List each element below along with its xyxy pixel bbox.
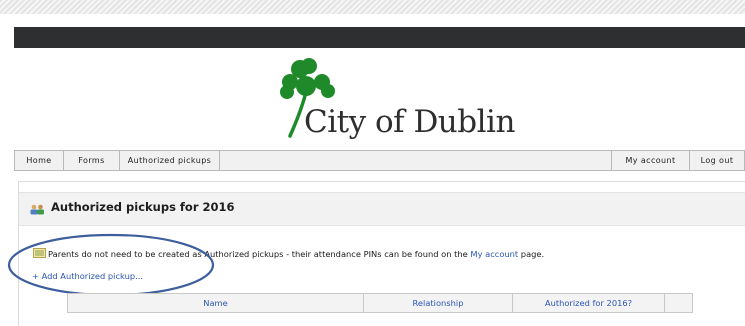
nav-authorized-pickups[interactable]: Authorized pickups [120,151,220,170]
my-account-link[interactable]: My account [470,249,518,259]
info-text-after: page. [518,249,545,259]
column-relationship[interactable]: Relationship [364,294,513,312]
info-note-icon [33,248,46,258]
table-header: Name Relationship Authorized for 2016? [67,293,693,313]
column-actions [665,294,692,312]
info-text-before: Parents do not need to be created as Aut… [48,249,471,259]
nav-forms[interactable]: Forms [64,151,120,170]
nav-my-account[interactable]: My account [611,151,689,170]
page-title: Authorized pickups for 2016 [51,200,235,214]
nav-log-out[interactable]: Log out [689,151,744,170]
city-logo[interactable]: City of Dublin [276,56,515,146]
info-message: Parents do not need to be created as Aut… [48,249,544,259]
panel-header: Authorized pickups for 2016 [19,192,745,226]
people-icon [30,204,44,215]
nav-home[interactable]: Home [15,151,64,170]
header-bar [14,27,745,48]
add-authorized-pickup-link[interactable]: + Add Authorized pickup... [32,271,143,281]
column-name[interactable]: Name [68,294,364,312]
main-navigation: Home Forms Authorized pickups My account… [14,150,745,171]
top-decorative-stripe [0,0,745,18]
logo-text: City of Dublin [304,104,515,140]
column-authorized-for-2016[interactable]: Authorized for 2016? [513,294,665,312]
